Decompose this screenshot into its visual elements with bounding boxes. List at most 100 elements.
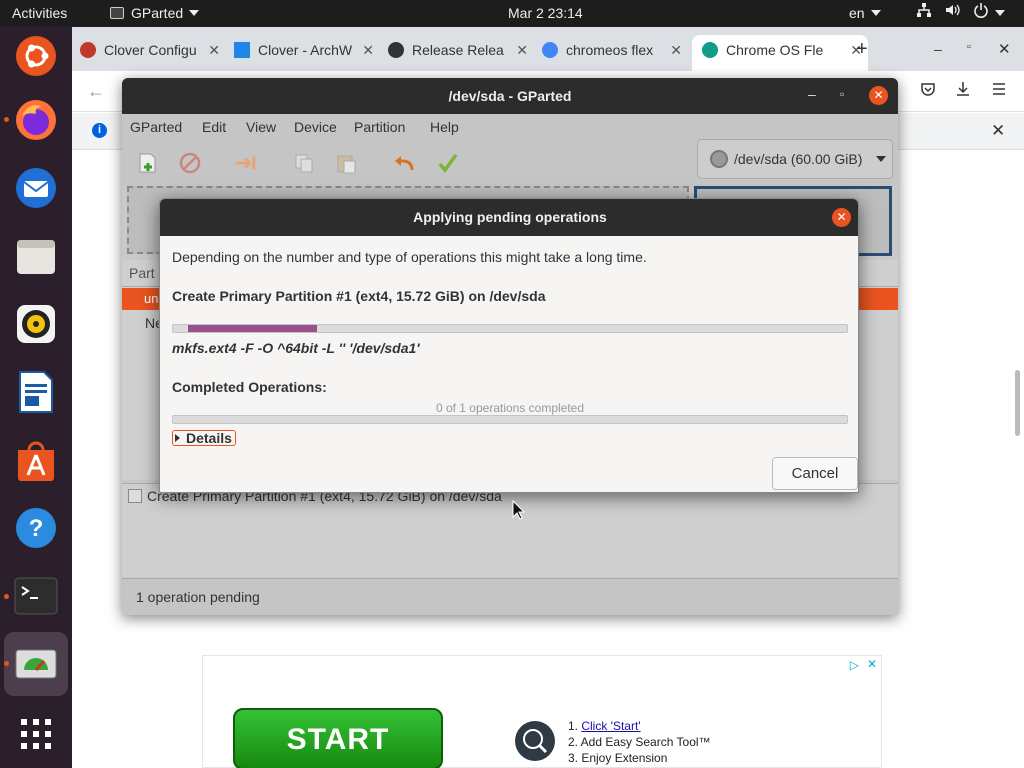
apply-operations-dialog: Applying pending operations ✕ Depending …: [159, 198, 859, 493]
adchoices-icon[interactable]: ▷: [850, 658, 859, 672]
dialog-title: Applying pending operations: [413, 209, 607, 225]
thunderbird-icon[interactable]: [12, 164, 60, 212]
pending-operations-pane: Create Primary Partition #1 (ext4, 15.72…: [122, 483, 898, 577]
browser-tab[interactable]: Clover - ArchW ✕: [234, 35, 380, 71]
search-globe-icon: [515, 721, 555, 761]
gparted-minimize-icon[interactable]: –: [808, 86, 816, 102]
menu-gparted[interactable]: GParted: [130, 119, 182, 135]
tab-label: chromeos flex: [566, 42, 654, 58]
tab-label: Clover Configu: [104, 42, 197, 58]
new-tab-icon[interactable]: +: [856, 38, 868, 61]
current-operation-progress-bar: [172, 324, 848, 333]
terminal-icon[interactable]: [12, 572, 60, 620]
scrollbar-thumb[interactable]: [1015, 370, 1020, 436]
gparted-close-icon[interactable]: ✕: [869, 86, 888, 105]
completed-count-text: 0 of 1 operations completed: [435, 401, 585, 415]
help-icon[interactable]: ?: [12, 504, 60, 552]
close-tab-icon[interactable]: ✕: [208, 35, 220, 65]
svg-text:?: ?: [29, 515, 44, 542]
paste-icon[interactable]: [334, 151, 358, 175]
ad-step-1-prefix: 1.: [568, 719, 582, 733]
browser-tab-active[interactable]: Chrome OS Fle ✕: [692, 35, 868, 71]
power-menu[interactable]: [973, 0, 1005, 27]
current-command: mkfs.ext4 -F -O ^64bit -L '' '/dev/sda1': [172, 340, 420, 356]
favicon-icon: [388, 42, 404, 58]
delete-partition-icon[interactable]: [178, 151, 202, 175]
volume-icon[interactable]: [944, 0, 960, 27]
dialog-close-icon[interactable]: ✕: [832, 208, 851, 227]
app-menu-button[interactable]: GParted: [110, 0, 200, 27]
close-window-icon[interactable]: ✕: [998, 40, 1011, 58]
activities-button[interactable]: Activities: [12, 0, 67, 27]
ubuntu-installer-icon[interactable]: [12, 32, 60, 80]
running-indicator: [4, 661, 9, 666]
resize-move-icon[interactable]: [234, 151, 258, 175]
tab-label: Clover - ArchW: [258, 42, 353, 58]
close-tab-icon[interactable]: ✕: [362, 35, 374, 65]
chevron-down-icon: [189, 10, 200, 16]
back-arrow-icon[interactable]: ←: [87, 81, 105, 102]
partition-row-label: un: [144, 291, 159, 306]
browser-tab[interactable]: Clover Configu ✕: [80, 35, 226, 71]
pocket-icon[interactable]: [920, 81, 936, 102]
ad-close-icon[interactable]: ✕: [867, 657, 877, 671]
close-infobar-icon[interactable]: ✕: [991, 121, 1005, 141]
menu-device[interactable]: Device: [294, 119, 337, 135]
running-indicator: [4, 117, 9, 122]
gparted-maximize-icon[interactable]: ▫: [840, 87, 844, 101]
network-icon[interactable]: [916, 0, 932, 27]
status-text: 1 operation pending: [136, 589, 260, 605]
hamburger-menu-icon[interactable]: [991, 81, 1007, 102]
cancel-button[interactable]: Cancel: [772, 457, 858, 490]
harddisk-icon: [710, 150, 728, 168]
dock: ?: [0, 27, 72, 768]
ad-start-button[interactable]: START: [233, 708, 443, 768]
chevron-down-icon: [995, 10, 1005, 16]
menu-partition[interactable]: Partition: [354, 119, 405, 135]
ad-click-start-link[interactable]: Click 'Start': [581, 719, 640, 733]
gparted-window-title: /dev/sda - GParted: [448, 88, 572, 104]
current-operation-label: Create Primary Partition #1 (ext4, 15.72…: [172, 288, 546, 304]
menu-help[interactable]: Help: [430, 119, 459, 135]
browser-tab[interactable]: Release Relea ✕: [388, 35, 534, 71]
favicon-icon: [80, 42, 96, 58]
completed-operations-heading: Completed Operations:: [172, 379, 327, 395]
app-center-icon[interactable]: [12, 436, 60, 484]
minimize-window-icon[interactable]: –: [934, 41, 942, 57]
download-icon[interactable]: [955, 81, 971, 102]
files-icon[interactable]: [12, 232, 60, 280]
tab-label: Release Relea: [412, 42, 504, 58]
overall-progress-bar: [172, 415, 848, 424]
maximize-window-icon[interactable]: ▫: [967, 41, 971, 53]
rhythmbox-icon[interactable]: [12, 300, 60, 348]
clock[interactable]: Mar 2 23:14: [508, 0, 583, 27]
undo-icon[interactable]: [392, 151, 416, 175]
input-language-menu[interactable]: en: [849, 0, 881, 27]
menu-edit[interactable]: Edit: [202, 119, 226, 135]
ad-step-2: 2. Add Easy Search Tool™: [568, 735, 711, 749]
browser-tab-strip: Clover Configu ✕ Clover - ArchW ✕ Release …: [72, 27, 1024, 71]
menu-view[interactable]: View: [246, 119, 276, 135]
show-applications-icon[interactable]: [12, 710, 60, 758]
new-partition-icon[interactable]: [136, 151, 160, 175]
favicon-icon: [542, 42, 558, 58]
apply-checkmark-icon[interactable]: [436, 151, 460, 175]
dialog-title-bar[interactable]: Applying pending operations: [160, 199, 858, 236]
gparted-title-bar[interactable]: /dev/sda - GParted: [122, 78, 898, 114]
details-expander[interactable]: Details: [172, 430, 236, 446]
browser-tab[interactable]: chromeos flex ✕: [542, 35, 688, 71]
partition-column-header: Part: [129, 265, 155, 281]
firefox-icon[interactable]: [12, 96, 60, 144]
close-tab-icon[interactable]: ✕: [516, 35, 528, 65]
copy-icon[interactable]: [292, 151, 316, 175]
favicon-icon: [702, 42, 718, 58]
info-icon: i: [92, 123, 107, 138]
app-menu-label: GParted: [131, 5, 184, 21]
close-tab-icon[interactable]: ✕: [670, 35, 682, 65]
libreoffice-writer-icon[interactable]: [12, 368, 60, 416]
device-selector[interactable]: /dev/sda (60.00 GiB): [697, 139, 893, 179]
operation-icon: [128, 489, 142, 503]
dialog-description: Depending on the number and type of oper…: [172, 249, 647, 265]
gparted-icon[interactable]: [12, 640, 60, 688]
expander-triangle-icon: [175, 434, 180, 442]
